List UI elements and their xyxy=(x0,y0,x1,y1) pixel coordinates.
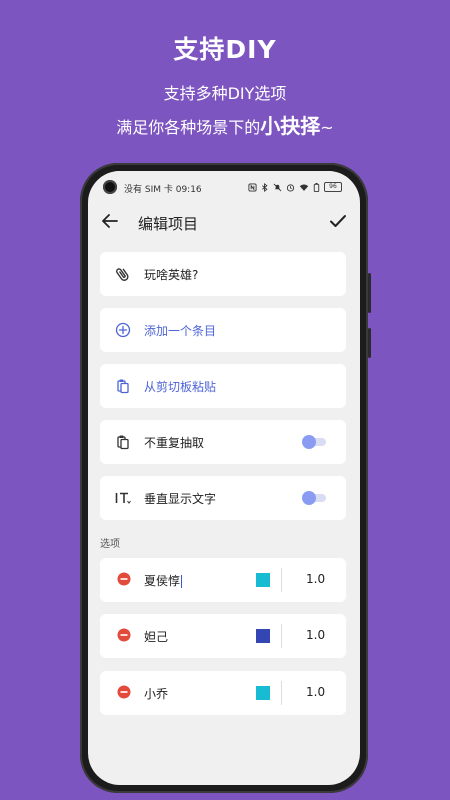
add-circle-icon xyxy=(115,322,131,338)
promo-subtitle-2: 满足你各种场景下的小抉择~ xyxy=(0,110,450,139)
list-item: 小乔 1.0 xyxy=(100,671,346,715)
page-title: 编辑项目 xyxy=(138,215,199,233)
promo-subtitle-emphasis: 小抉择 xyxy=(260,114,321,138)
clipboard-paste-icon xyxy=(117,379,129,394)
text-cursor xyxy=(181,575,183,588)
alarm-icon xyxy=(286,183,295,192)
paste-clipboard-button[interactable]: 从剪切板粘贴 xyxy=(100,364,346,408)
front-camera xyxy=(103,180,117,194)
promo-subtitle-prefix: 满足你各种场景下的 xyxy=(116,118,261,137)
project-name-input[interactable]: 玩啥英雄? xyxy=(144,266,198,283)
project-name-field[interactable]: 玩啥英雄? xyxy=(100,252,346,296)
add-item-button[interactable]: 添加一个条目 xyxy=(100,308,346,352)
paperclip-icon xyxy=(116,268,129,281)
arrow-left-icon[interactable] xyxy=(100,211,120,231)
option-name-text: 夏侯惇 xyxy=(144,574,181,588)
vertical-text-setting: 垂直显示文字 xyxy=(100,476,346,520)
battery-level: 96 xyxy=(324,182,342,192)
remove-circle-icon[interactable] xyxy=(117,685,131,699)
no-repeat-setting: 不重复抽取 xyxy=(100,420,346,464)
list-item: 妲己 1.0 xyxy=(100,614,346,658)
vertical-text-icon xyxy=(115,492,131,504)
wifi-icon xyxy=(299,183,309,191)
vertical-text-toggle[interactable] xyxy=(302,491,328,505)
check-icon[interactable] xyxy=(328,211,348,231)
list-item: 夏侯惇 1.0 xyxy=(100,558,346,602)
color-swatch-button[interactable] xyxy=(256,573,270,587)
promo-subtitle-1: 支持多种DIY选项 xyxy=(163,84,287,103)
toggle-knob xyxy=(302,435,316,449)
status-carrier-time: 没有 SIM 卡 09:16 xyxy=(124,185,202,195)
paste-clipboard-label: 从剪切板粘贴 xyxy=(144,380,217,394)
option-name-input[interactable]: 夏侯惇 xyxy=(144,572,183,589)
bluetooth-icon xyxy=(262,182,268,192)
color-swatch-button[interactable] xyxy=(256,686,270,700)
status-icons: 96 xyxy=(248,182,342,192)
divider xyxy=(281,568,282,592)
color-swatch-button[interactable] xyxy=(256,629,270,643)
nfc-icon xyxy=(248,182,257,192)
option-name-input[interactable]: 妲己 xyxy=(144,628,168,645)
phone-volume-button xyxy=(368,273,371,313)
remove-circle-icon[interactable] xyxy=(117,628,131,642)
mute-icon xyxy=(273,183,282,191)
status-bar: 没有 SIM 卡 09:16 96 xyxy=(88,171,360,199)
option-name-input[interactable]: 小乔 xyxy=(144,685,168,702)
app-bar: 编辑项目 xyxy=(88,201,360,241)
phone-power-button xyxy=(368,328,371,358)
toggle-knob xyxy=(302,491,316,505)
no-repeat-label: 不重复抽取 xyxy=(144,436,205,450)
promo-subtitle-suffix: ~ xyxy=(320,118,334,137)
promo-title: 支持DIY xyxy=(173,35,277,64)
option-weight[interactable]: 1.0 xyxy=(306,685,325,699)
remove-circle-icon[interactable] xyxy=(117,572,131,586)
phone-frame: 没有 SIM 卡 09:16 96 编辑项目 玩啥英雄? 添加一个条目 从剪切板… xyxy=(80,163,371,793)
battery-saver-icon xyxy=(313,182,320,192)
no-repeat-toggle[interactable] xyxy=(302,435,328,449)
clipboard-icon xyxy=(117,435,129,450)
phone-screen: 没有 SIM 卡 09:16 96 编辑项目 玩啥英雄? 添加一个条目 从剪切板… xyxy=(88,171,360,785)
divider xyxy=(281,681,282,705)
add-item-label: 添加一个条目 xyxy=(144,324,217,338)
option-weight[interactable]: 1.0 xyxy=(306,628,325,642)
options-section-label: 选项 xyxy=(100,539,120,550)
option-weight[interactable]: 1.0 xyxy=(306,572,325,586)
vertical-text-label: 垂直显示文字 xyxy=(144,492,217,506)
divider xyxy=(281,624,282,648)
